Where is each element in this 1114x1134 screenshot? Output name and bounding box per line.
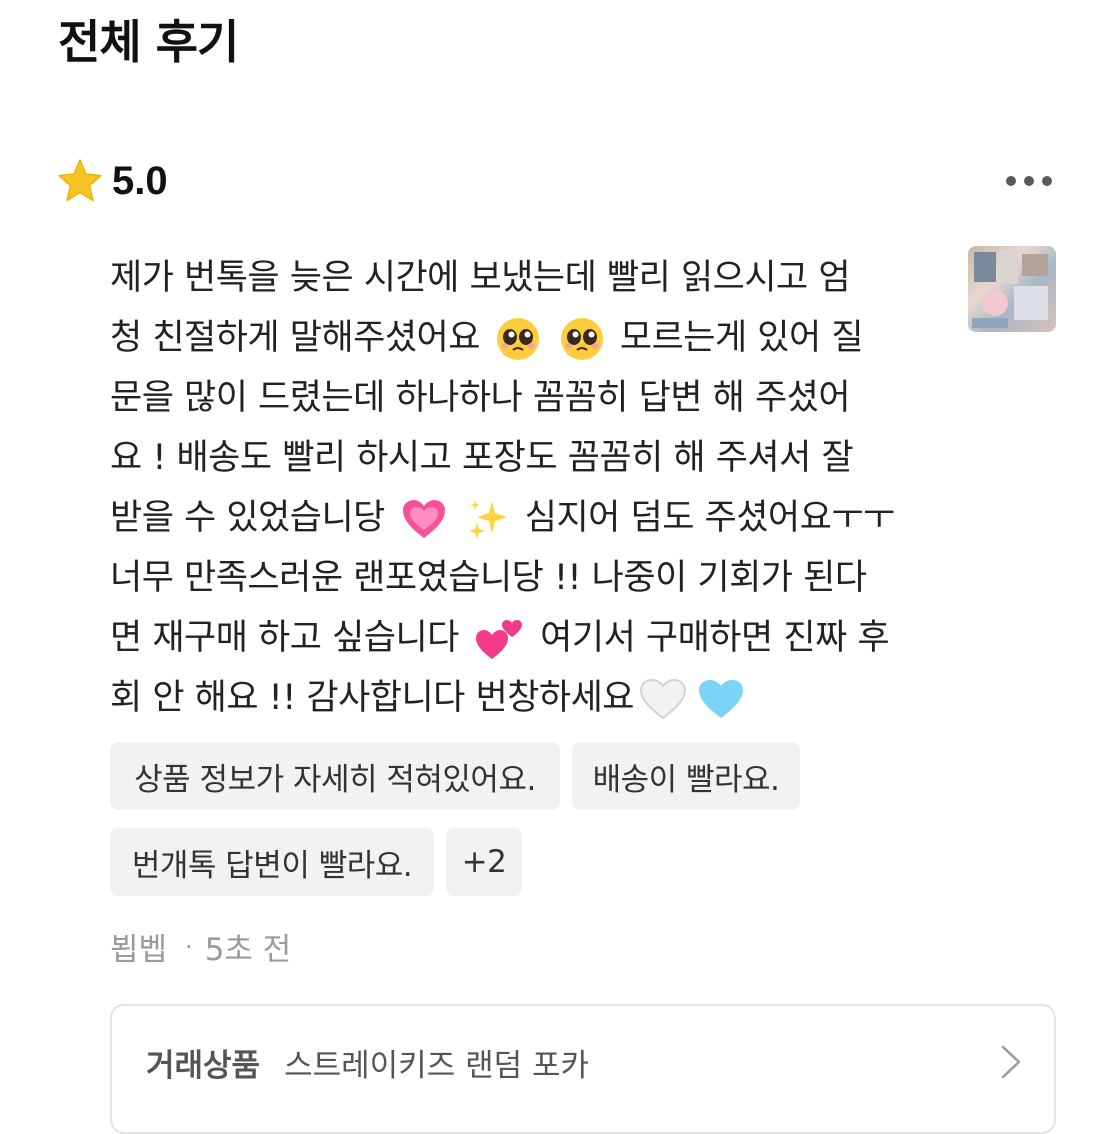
page-title: 전체 후기	[58, 15, 239, 69]
review-line: 요 ! 배송도 빨리 하시고 포장도 꼼꼼히 해 주셔서 잘	[110, 428, 950, 488]
review-text-segment: 요 ! 배송도 빨리 하시고 포장도 꼼꼼히 해 주셔서 잘	[110, 438, 854, 478]
two-hearts-emoji	[475, 620, 522, 659]
review-text-segment: 회 안 해요 !! 감사합니다 번창하세요	[110, 678, 635, 718]
review-tag[interactable]: 상품 정보가 자세히 적혀있어요.	[110, 742, 560, 810]
review-line: 청 친절하게 말해주셨어요 모르는게 있어 질	[110, 308, 950, 368]
pleading-face-emoji	[496, 318, 539, 360]
review-line: 회 안 해요 !! 감사합니다 번창하세요	[110, 668, 950, 728]
review-text-segment: 모르는게 있어 질	[619, 318, 864, 358]
review-line: 문을 많이 드렸는데 하나하나 꼼꼼히 답변 해 주셨어	[110, 368, 950, 428]
more-dots-icon	[1006, 176, 1016, 186]
photo-tile	[998, 250, 1018, 284]
growing-heart-emoji	[402, 500, 445, 538]
photo-tile	[974, 252, 996, 282]
white-heart-emoji	[639, 678, 687, 720]
review-text-segment: 면 재구매 하고 싶습니다	[110, 618, 459, 658]
separator-dot: ·	[185, 932, 193, 961]
review-tag[interactable]: 배송이 빨라요.	[572, 742, 800, 810]
more-options-button[interactable]	[996, 166, 1062, 196]
more-tags-button[interactable]: +2	[446, 828, 522, 896]
review-line: 제가 번톡을 늦은 시간에 보냈는데 빨리 읽으시고 엄	[110, 248, 950, 308]
pleading-face-emoji	[561, 318, 604, 360]
photo-tile	[972, 318, 1008, 328]
review-photo-thumbnail[interactable]	[968, 246, 1056, 332]
review-text-segment: 너무 만족스러운 랜포였습니당 !! 나중이 기회가 된다	[110, 558, 867, 598]
product-label: 거래상품	[146, 1048, 261, 1084]
sparkles-emoji	[469, 500, 508, 539]
review-line: 받을 수 있었습니당 심지어 덤도 주셨어요ㅜㅜ	[110, 488, 950, 548]
light-blue-heart-emoji	[699, 680, 743, 718]
more-dots-icon	[1042, 176, 1052, 186]
star-icon	[58, 159, 102, 202]
review-text-segment: 문을 많이 드렸는데 하나하나 꼼꼼히 답변 해 주셨어	[110, 378, 851, 418]
review-line: 면 재구매 하고 싶습니다 여기서 구매하면 진짜 후	[110, 608, 950, 668]
rating-value: 5.0	[112, 158, 168, 203]
product-card[interactable]: 거래상품 스트레이키즈 랜덤 포카	[110, 1004, 1056, 1134]
review-line: 너무 만족스러운 랜포였습니당 !! 나중이 기회가 된다	[110, 548, 950, 608]
author-name[interactable]: 뵙벱	[110, 924, 167, 969]
review-text: 제가 번톡을 늦은 시간에 보냈는데 빨리 읽으시고 엄 청 친절하게 말해주셨…	[110, 248, 950, 728]
product-name: 스트레이키즈 랜덤 포카	[284, 1048, 590, 1084]
review-text-segment: 여기서 구매하면 진짜 후	[540, 618, 890, 658]
photo-tile	[1022, 254, 1048, 276]
review-text-segment: 받을 수 있었습니당	[110, 498, 385, 538]
more-dots-icon	[1024, 176, 1034, 186]
photo-tile	[982, 290, 1008, 316]
review-meta: 뵙벱 · 5초 전	[110, 924, 291, 969]
review-time: 5초 전	[204, 932, 292, 968]
review-tag[interactable]: 번개톡 답변이 빨라요.	[110, 828, 434, 896]
review-text-segment: 제가 번톡을 늦은 시간에 보냈는데 빨리 읽으시고 엄	[110, 258, 851, 298]
rating-row: 5.0	[56, 154, 168, 208]
review-text-segment: 청 친절하게 말해주셨어요	[110, 318, 480, 358]
review-text-segment: 심지어 덤도 주셨어요ㅜㅜ	[524, 498, 895, 538]
photo-tile	[1014, 286, 1048, 320]
chevron-right-icon	[1001, 1045, 1021, 1079]
